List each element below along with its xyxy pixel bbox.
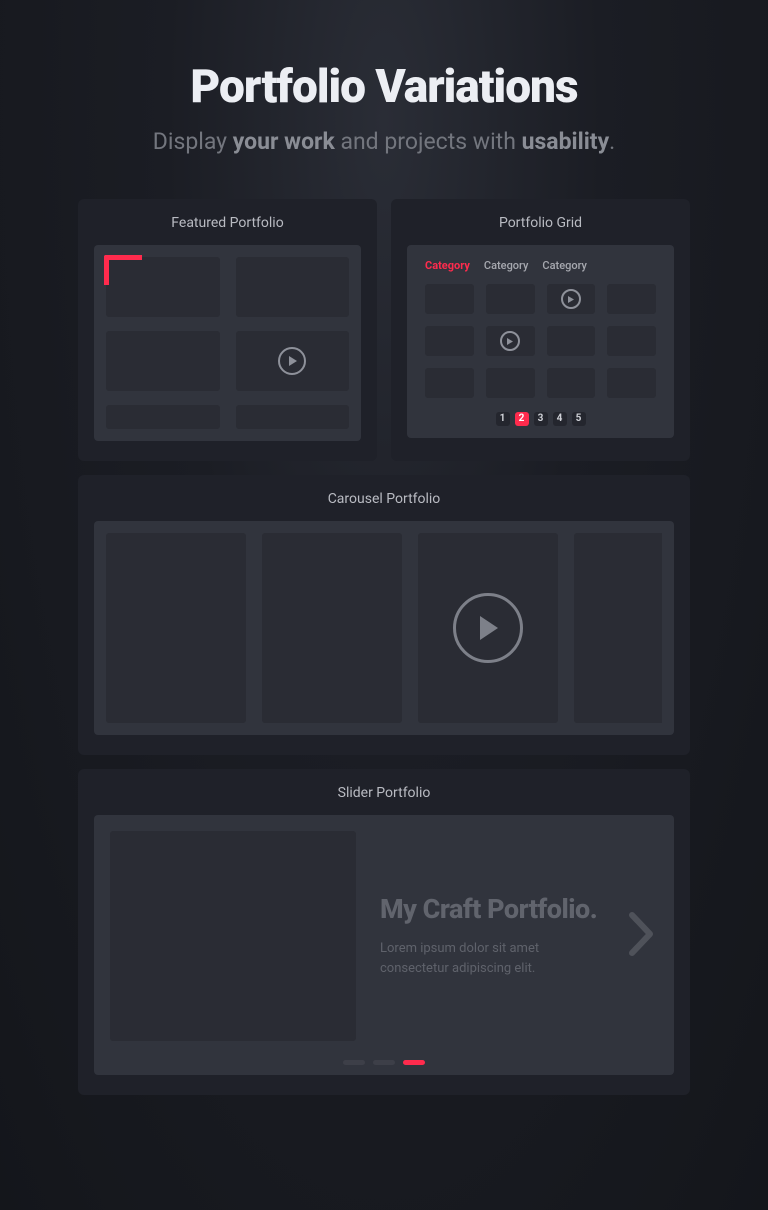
carousel-item — [262, 533, 402, 723]
thumb — [547, 284, 596, 314]
slider-title: Slider Portfolio — [94, 785, 674, 801]
page-button[interactable]: 3 — [534, 412, 548, 426]
thumb — [607, 368, 656, 398]
thumb — [607, 326, 656, 356]
thumb — [425, 284, 474, 314]
play-icon — [453, 593, 523, 663]
thumb — [106, 405, 220, 429]
grid-preview: Category Category Category — [407, 245, 674, 438]
thumb — [486, 368, 535, 398]
page-title: Portfolio Variations — [78, 60, 690, 114]
slider-heading: My Craft Portfolio. — [380, 894, 604, 925]
grid-card: Portfolio Grid Category Category Categor… — [391, 199, 690, 461]
carousel-item — [574, 533, 662, 723]
thumb — [607, 284, 656, 314]
featured-title: Featured Portfolio — [94, 215, 361, 231]
carousel-item — [106, 533, 246, 723]
category-tabs: Category Category Category — [425, 259, 656, 272]
chevron-right-icon[interactable] — [628, 911, 658, 961]
featured-card: Featured Portfolio — [78, 199, 377, 461]
slider-preview: My Craft Portfolio. Lorem ipsum dolor si… — [94, 815, 674, 1075]
subtitle-bold: usability — [522, 128, 610, 155]
thumb — [106, 331, 220, 391]
slider-dots — [343, 1060, 425, 1065]
thumb — [236, 405, 350, 429]
thumb — [547, 368, 596, 398]
thumb — [547, 326, 596, 356]
grid-title: Portfolio Grid — [407, 215, 674, 231]
thumb — [425, 368, 474, 398]
play-icon — [278, 347, 306, 375]
slider-image — [110, 831, 356, 1041]
carousel-card: Carousel Portfolio — [78, 475, 690, 755]
page-button[interactable]: 5 — [572, 412, 586, 426]
page-subtitle: Display your work and projects with usab… — [78, 128, 690, 155]
carousel-preview — [94, 521, 674, 735]
subtitle-text: and projects with — [335, 128, 522, 155]
category-tab[interactable]: Category — [484, 259, 529, 272]
category-tab[interactable]: Category — [425, 259, 470, 272]
thumb — [236, 331, 350, 391]
slider-dot[interactable] — [373, 1060, 395, 1065]
slider-dot[interactable] — [403, 1060, 425, 1065]
page-button[interactable]: 1 — [496, 412, 510, 426]
carousel-item — [418, 533, 558, 723]
selection-corner-icon — [104, 255, 142, 285]
thumb — [486, 284, 535, 314]
page-button[interactable]: 4 — [553, 412, 567, 426]
slider-dot[interactable] — [343, 1060, 365, 1065]
carousel-title: Carousel Portfolio — [94, 491, 674, 507]
subtitle-text: . — [609, 128, 615, 155]
subtitle-bold: your work — [233, 128, 335, 155]
category-tab[interactable]: Category — [542, 259, 587, 272]
thumb — [236, 257, 350, 317]
slider-body: Lorem ipsum dolor sit amet consectetur a… — [380, 939, 540, 978]
subtitle-text: Display — [153, 128, 233, 155]
featured-preview — [94, 245, 361, 441]
thumb — [425, 326, 474, 356]
page-button[interactable]: 2 — [515, 412, 529, 426]
pagination: 1 2 3 4 5 — [425, 412, 656, 426]
play-icon — [500, 331, 520, 351]
thumb — [486, 326, 535, 356]
slider-content: My Craft Portfolio. Lorem ipsum dolor si… — [380, 894, 604, 978]
slider-card: Slider Portfolio My Craft Portfolio. Lor… — [78, 769, 690, 1095]
play-icon — [561, 289, 581, 309]
